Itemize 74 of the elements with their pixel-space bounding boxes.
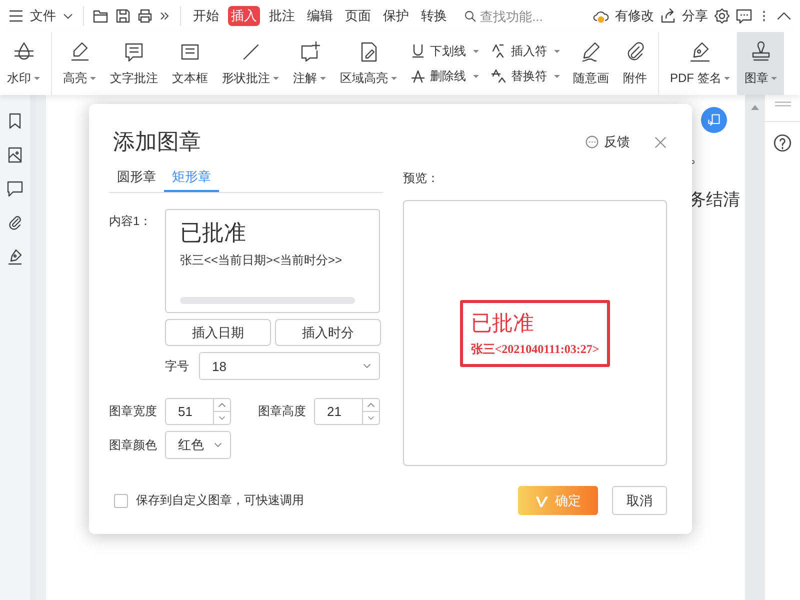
panel-handle-icon[interactable] bbox=[774, 101, 790, 107]
caret-icon bbox=[473, 50, 479, 56]
comment-icon[interactable] bbox=[7, 181, 23, 197]
ribbon-button[interactable]: 区域高亮 bbox=[333, 32, 404, 95]
feedback-button[interactable]: 反馈 bbox=[585, 133, 630, 151]
help-icon[interactable] bbox=[765, 121, 800, 152]
stamp-width-spinbox[interactable]: 51 bbox=[165, 398, 231, 425]
dialog-title: 添加图章 bbox=[112, 128, 201, 156]
insert-button[interactable]: 插入时分 bbox=[275, 319, 381, 346]
font-size-dropdown[interactable]: 18 bbox=[199, 352, 380, 380]
sync-status[interactable]: 有修改 bbox=[615, 7, 654, 25]
scrollbar[interactable] bbox=[180, 297, 355, 304]
ribbon-button[interactable]: 高亮 bbox=[56, 32, 103, 95]
insert-button[interactable]: 插入日期 bbox=[165, 319, 271, 346]
stamp-color-dropdown[interactable]: 红色 bbox=[165, 431, 231, 459]
menu-tab[interactable]: 插入 bbox=[228, 6, 260, 26]
bookmark-icon[interactable] bbox=[7, 113, 23, 129]
ribbon-button[interactable]: 下划线 bbox=[410, 42, 479, 60]
ribbon-button[interactable]: 替换符 bbox=[491, 68, 560, 84]
ribbon-button[interactable]: 形状批注 bbox=[215, 32, 286, 95]
scrollbar[interactable] bbox=[745, 95, 765, 600]
ribbon-button[interactable]: PDF 签名 bbox=[663, 32, 738, 95]
message-icon[interactable] bbox=[736, 8, 752, 24]
menu-tab[interactable]: 转换 bbox=[418, 6, 450, 26]
underline-icon bbox=[410, 43, 426, 59]
share-icon[interactable] bbox=[660, 8, 676, 24]
menu-icon[interactable] bbox=[8, 8, 24, 24]
settings-icon[interactable] bbox=[714, 8, 730, 24]
preview-label: 预览： bbox=[403, 170, 440, 187]
print-icon[interactable] bbox=[137, 8, 153, 24]
vip-icon bbox=[535, 494, 549, 508]
save-icon[interactable] bbox=[115, 8, 131, 24]
folder-icon[interactable] bbox=[93, 8, 109, 24]
chat-bubble-icon bbox=[585, 135, 599, 149]
close-icon[interactable] bbox=[654, 136, 667, 148]
menu-tab[interactable]: 批注 bbox=[266, 6, 298, 26]
caret-icon bbox=[554, 74, 560, 80]
ribbon-button[interactable]: 文字批注 bbox=[103, 32, 165, 95]
share-button[interactable]: 分享 bbox=[682, 7, 708, 25]
more-icon[interactable] bbox=[159, 10, 171, 22]
document-convert-icon bbox=[707, 113, 721, 127]
paperclip-icon[interactable] bbox=[7, 215, 23, 231]
strikethrough-icon bbox=[410, 68, 426, 84]
content-label: 内容1： bbox=[109, 213, 153, 230]
file-menu[interactable]: 文件 bbox=[30, 7, 56, 25]
ribbon-button[interactable]: 图章 bbox=[737, 32, 784, 95]
ribbon-button[interactable]: 插入符 bbox=[491, 42, 560, 60]
ribbon-button[interactable]: 删除线 bbox=[410, 68, 479, 84]
ribbon-button[interactable]: 水印 bbox=[0, 32, 47, 95]
save-custom-stamp-checkbox[interactable]: 保存到自定义图章，可快速调用 bbox=[109, 492, 304, 509]
stamp-preview: 已批准 张三<2021040111:03:27> bbox=[460, 300, 610, 366]
menu-tab[interactable]: 保护 bbox=[380, 6, 412, 26]
pen-nib-icon bbox=[688, 40, 712, 64]
ribbon-button[interactable]: 注解 bbox=[286, 32, 333, 95]
stamp-color-label: 图章颜色 bbox=[109, 436, 158, 454]
caret-icon bbox=[554, 50, 560, 56]
image-icon[interactable] bbox=[7, 147, 23, 163]
stamp-type-tab[interactable]: 圆形章 bbox=[109, 160, 164, 192]
menu-tab[interactable]: 编辑 bbox=[304, 6, 336, 26]
stamp-width-label: 图章宽度 bbox=[109, 403, 158, 420]
font-size-label: 字号 bbox=[165, 358, 190, 374]
caret-icon bbox=[473, 74, 479, 80]
ribbon-button[interactable]: 附件 bbox=[616, 32, 654, 95]
stamp-height-label: 图章高度 bbox=[258, 403, 306, 420]
cancel-button[interactable]: 取消 bbox=[612, 486, 667, 515]
pen-icon[interactable] bbox=[7, 249, 23, 265]
ribbon-button[interactable]: 文本框 bbox=[165, 32, 215, 95]
ribbon-button[interactable]: 随意画 bbox=[566, 32, 616, 95]
stamp-height-spinbox[interactable]: 21 bbox=[314, 398, 380, 425]
menu-tab[interactable]: 页面 bbox=[342, 6, 374, 26]
replace-mark-icon bbox=[491, 68, 507, 84]
menu-tab[interactable]: 开始 bbox=[190, 6, 222, 26]
content-field[interactable]: 已批准 张三<<当前日期><当前时分>> bbox=[165, 209, 380, 313]
search-icon bbox=[464, 10, 476, 22]
